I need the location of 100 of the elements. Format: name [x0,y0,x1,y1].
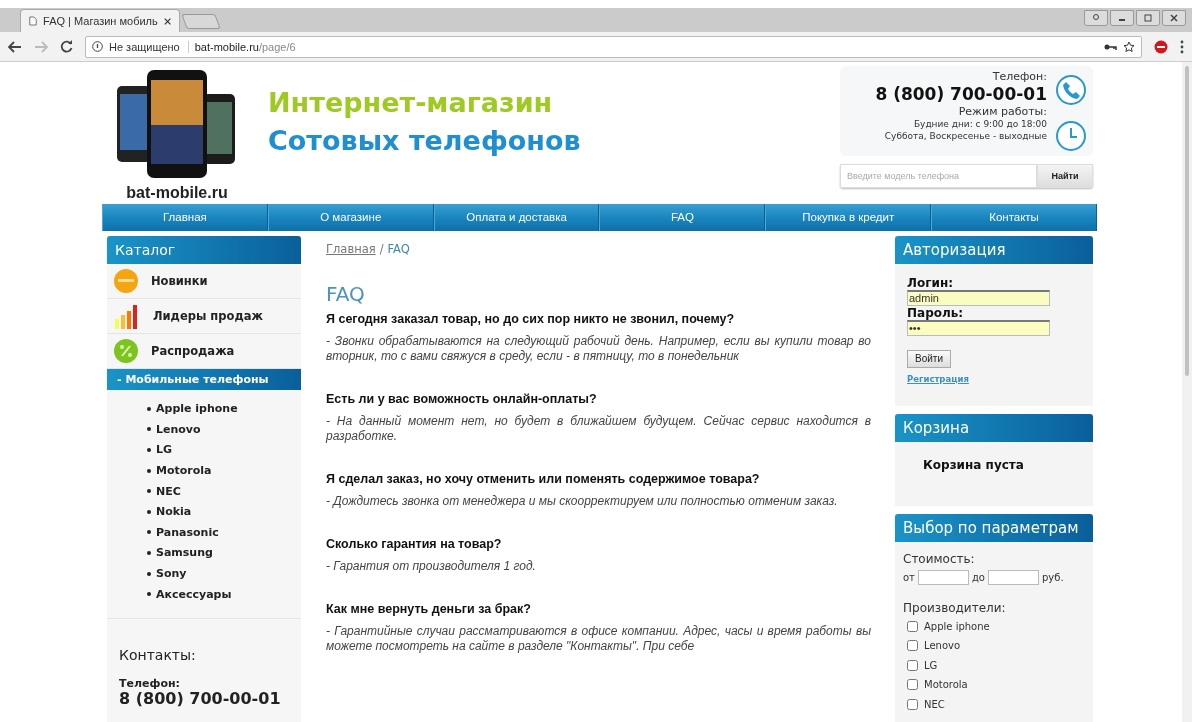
subcategory-link[interactable]: Lenovo [147,419,301,440]
nav-link[interactable]: Покупка в кредит [765,204,932,231]
page-title: FAQ [326,281,366,306]
close-icon[interactable] [163,16,171,26]
nav-link[interactable]: FAQ [599,204,766,231]
contacts-title: Контакты: [119,647,197,664]
hours-text: Суббота, Воскресенье - выходные [884,130,1047,142]
maker-checkbox[interactable] [907,640,918,652]
subcategory-link[interactable]: NEC [147,480,301,502]
faq-answer: - На данный момент нет, но будет в ближайшем будущем. Сейчас сервис находится в разработке. [326,413,871,444]
catalog-item[interactable]: Новинки [107,263,301,299]
nav-link[interactable]: Оплата и доставка [433,204,600,231]
faq-question: Есть ли у вас воможность онлайн-оплаты? [326,391,598,406]
bullet-icon [147,468,151,473]
bullet-icon [147,489,151,494]
bullet-icon [147,448,151,452]
bullet-icon [147,406,151,411]
faq-answer: - Гарантия от производителя 1 год. [326,558,537,574]
bullet-icon [147,571,151,576]
search-field[interactable]: Введите модель телефона [840,164,1037,188]
login-label: Логин: [907,275,954,290]
catalog-item[interactable]: Распродажа [107,333,301,369]
filter-title: Выбор по параметрам [895,513,1093,542]
subcategory-link[interactable]: Panasonic [147,522,301,543]
maker-checkbox[interactable] [907,679,918,691]
subcategory-link[interactable]: LG [147,439,301,461]
auth-title: Авторизация [895,235,1093,264]
phone-icon [1055,74,1087,106]
subcategory-link[interactable]: Samsung [147,542,301,564]
breadcrumb-link[interactable]: Главная [326,241,376,256]
bullet-icon [147,509,151,514]
phone-label: Телефон: [119,677,181,691]
close-icon[interactable] [1162,10,1186,26]
url-text: bat-mobile.ru/page/6 [194,40,296,53]
stop-sign-icon[interactable] [1154,39,1168,54]
percent-icon [113,337,139,364]
cart-empty-text: Корзина пуста [922,456,1025,474]
category-item[interactable]: - Мобильные телефоны [107,368,301,390]
makers-label: Производители: [903,600,1007,615]
subcategory-link[interactable]: Аксессуары [147,583,301,605]
hours-text: Будние дни: с 9:00 до 18:00 [913,118,1047,130]
faq-answer: - Дождитесь звонка от менеджера и мы скоорректируем или полностью отменим заказ. [326,493,839,509]
maker-label: Apple iphone [924,620,990,632]
reload-icon[interactable] [60,40,73,53]
faq-answer: - Гарантийные случаи рассматриваются в офисе компании. Адрес, часы и время работы вы можете посмотреть на сайте в разделе "Контакты". При себе [326,623,871,654]
browser-tab[interactable]: FAQ | Магазин мобиль [20,9,180,32]
login-field[interactable]: admin [907,289,1050,306]
key-icon[interactable] [1104,42,1117,51]
currency-label: руб. [1042,571,1064,583]
phone-number: 8 (800) 700-00-01 [119,690,282,709]
maker-checkbox[interactable] [907,698,918,710]
bullet-icon [147,592,151,597]
nav-link[interactable]: Главная [102,204,268,231]
subcategory-link[interactable]: Nokia [147,501,301,523]
phone-label: Телефон: [992,70,1047,83]
maker-label: NEC [924,698,945,710]
nav-link[interactable]: О магазине [267,204,434,231]
price-from-field[interactable] [917,569,969,585]
to-label: до [971,571,985,583]
price-label: Стоимость: [903,551,976,566]
breadcrumb-current: FAQ [387,241,410,256]
faq-question: Я сегодня заказал товар, но до сих пор никто не звонил, почему? [326,311,736,326]
cart-title: Корзина [895,413,1093,442]
bullet-icon [147,427,151,432]
login-button[interactable]: Войти [907,349,951,368]
catalog-title: Каталог [107,235,301,264]
subcategory-link[interactable]: Sony [147,563,301,584]
catalog-item[interactable]: Лидеры продаж [107,298,301,334]
address-bar[interactable]: Не защищено bat-mobile.ru/page/6 [85,35,1142,58]
bullet-icon [147,530,151,535]
slogan-text: Интернет-магазин [268,86,554,120]
faq-question: Я сделал заказ, но хочу отменить или поменять содержимое товара? [326,471,761,486]
scrollbar-thumb[interactable] [1185,66,1189,376]
faq-question: Как мне вернуть деньги за брак? [326,601,532,616]
minimize-icon[interactable] [1110,10,1134,26]
slogan-text: Сотовых телефонов [268,124,582,158]
clock-icon [1055,120,1087,152]
bullet-icon [147,550,151,555]
subcategory-link[interactable]: Motorola [147,460,301,481]
hours-label: Режим работы: [958,105,1047,118]
from-label: от [903,571,915,583]
search-button[interactable]: Найти [1037,164,1093,188]
more-icon[interactable] [1180,39,1184,54]
back-icon[interactable] [8,40,22,53]
page-icon [29,15,38,27]
maker-label: LG [924,659,938,671]
phone-number: 8 (800) 700-00-01 [875,83,1047,105]
security-label: Не защищено [109,40,189,53]
site-name: bat-mobile.ru [126,184,228,202]
nav-link[interactable]: Контакты [931,204,1097,231]
maker-checkbox[interactable] [907,659,918,671]
faq-answer: - Звонки обрабатываются на следующий рабочий день. Например, если вы купили товар во вторник, то с вами свяжуся в среду, если - в пятницу, то в понедельник [326,333,871,364]
maker-label: Motorola [924,679,968,691]
price-to-field[interactable] [988,569,1039,585]
subcategory-link[interactable]: Apple iphone [147,398,301,420]
star-icon[interactable] [1123,40,1135,53]
info-icon [92,41,103,52]
password-label: Пароль: [907,305,965,320]
maker-checkbox[interactable] [907,620,918,632]
password-field[interactable]: ••• [907,319,1050,336]
